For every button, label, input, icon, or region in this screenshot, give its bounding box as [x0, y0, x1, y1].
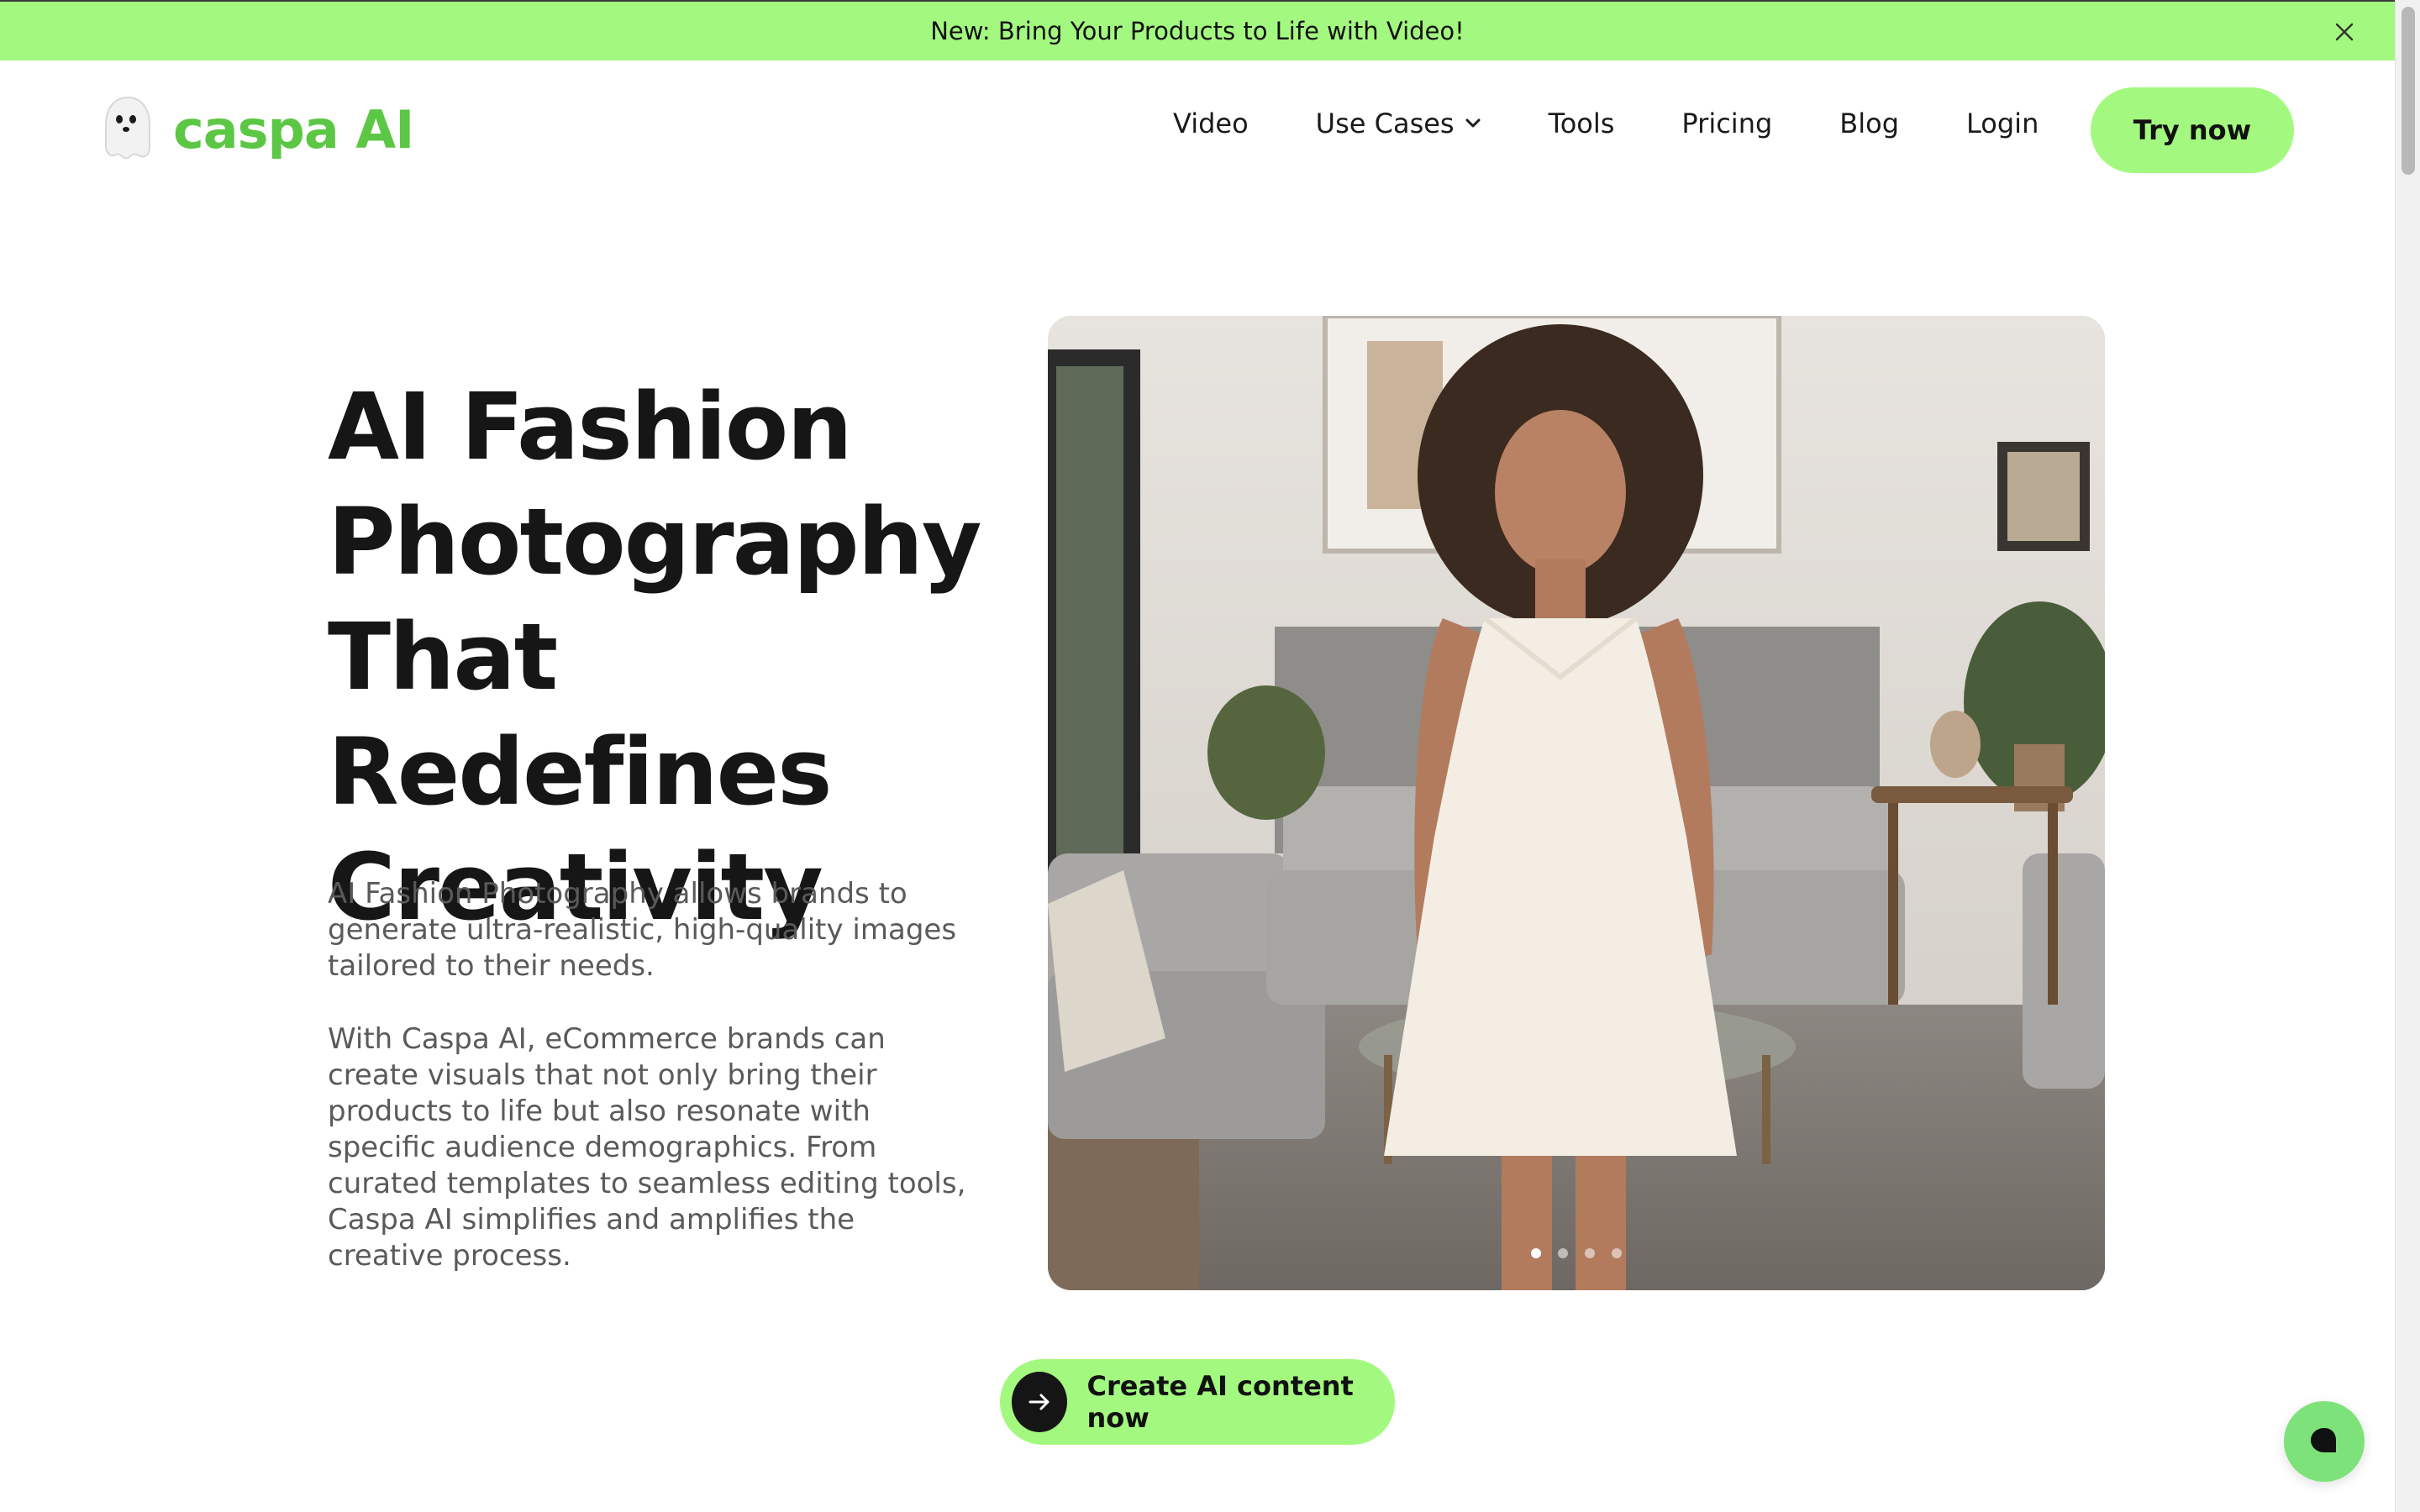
nav-use-cases[interactable]: Use Cases — [1316, 108, 1481, 139]
hero-description-secondary: With Caspa AI, eCommerce brands can crea… — [328, 1022, 966, 1273]
create-ai-content-button[interactable]: Create AI content now — [1000, 1359, 1395, 1445]
chevron-down-icon — [1465, 118, 1481, 128]
nav-tools[interactable]: Tools — [1549, 108, 1615, 139]
scrollbar-thumb[interactable] — [2402, 7, 2415, 175]
carousel-dot-2[interactable] — [1558, 1248, 1568, 1258]
ghost-icon — [99, 94, 156, 165]
nav-pricing[interactable]: Pricing — [1681, 108, 1772, 139]
announcement-banner: New: Bring Your Products to Life with Vi… — [0, 0, 2395, 60]
page-title: AI Fashion Photography That Redefines Cr… — [328, 370, 1000, 945]
site-header: caspa AI Video Use Cases Tools Pricing B… — [0, 60, 2395, 203]
create-ai-content-label: Create AI content now — [1086, 1370, 1354, 1434]
title-line: AI Fashion — [328, 373, 853, 480]
close-icon[interactable] — [2328, 15, 2361, 49]
page-scrollbar[interactable] — [2395, 0, 2420, 1512]
nav-use-cases-label: Use Cases — [1315, 108, 1455, 139]
main-nav: Video Use Cases Tools Pricing Blog Login — [1173, 108, 2039, 139]
title-line: That Redefines — [328, 603, 833, 826]
carousel-dot-1[interactable] — [1531, 1248, 1541, 1258]
title-line: Photography — [328, 488, 982, 596]
nav-video[interactable]: Video — [1173, 108, 1249, 139]
carousel-dot-4[interactable] — [1612, 1248, 1622, 1258]
try-now-button[interactable]: Try now — [2091, 87, 2294, 173]
chat-widget-button[interactable] — [2284, 1401, 2365, 1482]
arrow-right-icon — [1012, 1372, 1067, 1432]
fashion-model-photo — [1048, 316, 2105, 1290]
logo-text: caspa AI — [173, 98, 414, 160]
carousel-dots — [1048, 1248, 2105, 1258]
hero-description: AI Fashion Photography allows brands to … — [328, 877, 957, 983]
chat-bubble-icon — [2311, 1428, 2336, 1452]
banner-text[interactable]: New: Bring Your Products to Life with Vi… — [930, 17, 1465, 45]
hero-image-carousel[interactable] — [1048, 316, 2105, 1290]
logo[interactable]: caspa AI — [99, 94, 414, 165]
nav-blog[interactable]: Blog — [1839, 108, 1899, 139]
carousel-dot-3[interactable] — [1585, 1248, 1595, 1258]
nav-login[interactable]: Login — [1966, 108, 2039, 139]
